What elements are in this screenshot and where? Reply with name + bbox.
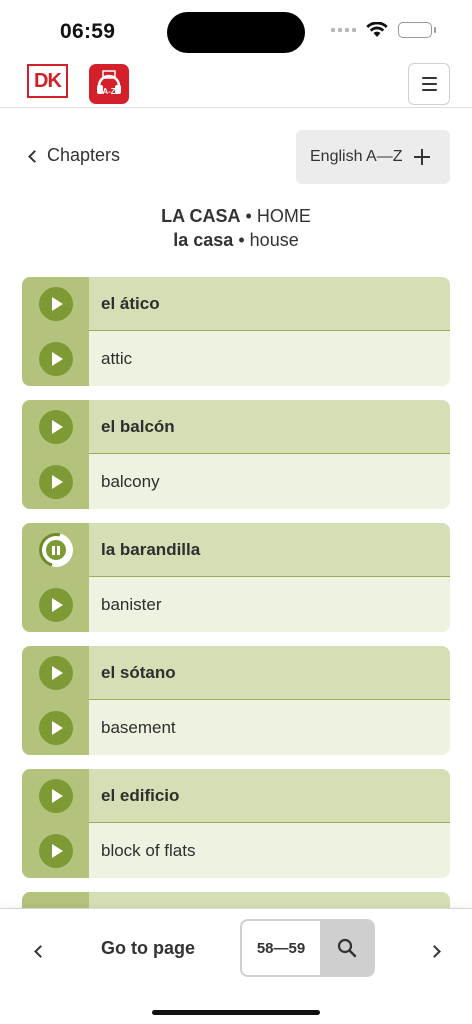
- play-spanish-button[interactable]: [38, 287, 73, 322]
- dk-logo[interactable]: DK: [27, 64, 68, 98]
- app-a-z-logo-icon[interactable]: A-Z: [89, 64, 129, 104]
- vocabulary-entry: el sótano basement: [22, 646, 450, 755]
- battery-icon: [398, 22, 436, 38]
- play-icon: [51, 789, 63, 804]
- hamburger-icon: [421, 77, 437, 79]
- spanish-word: el ático: [89, 277, 450, 331]
- status-icons: [331, 22, 436, 38]
- play-icon: [51, 420, 63, 435]
- english-word: balcony: [89, 454, 450, 509]
- play-spanish-button[interactable]: [38, 779, 73, 814]
- chapters-label: Chapters: [47, 145, 121, 165]
- english-word: basement: [89, 700, 450, 755]
- vocabulary-entry: el balcón balcony: [22, 400, 450, 509]
- english-word: block of flats: [89, 823, 450, 878]
- spanish-word: la barandilla: [89, 523, 450, 577]
- dynamic-island: [167, 12, 305, 53]
- play-icon: [51, 474, 63, 489]
- page-navigation-bar: Go to page: [0, 908, 472, 1024]
- english-a-z-button[interactable]: English A—Z: [296, 130, 450, 184]
- play-icon: [51, 597, 63, 612]
- page-number-input[interactable]: [242, 921, 320, 975]
- chapters-back-link[interactable]: Chapters: [28, 145, 121, 166]
- page-search-field: [240, 919, 375, 977]
- plus-icon: [414, 149, 430, 165]
- svg-text:A-Z: A-Z: [102, 87, 115, 96]
- spanish-word: el sótano: [89, 646, 450, 700]
- wifi-icon: [366, 22, 388, 37]
- play-english-button[interactable]: [38, 833, 73, 868]
- vocabulary-entry: el ático attic: [22, 277, 450, 386]
- pause-icon: [45, 540, 66, 561]
- section-titles: LA CASA • HOME la casa • house: [0, 204, 472, 252]
- search-icon: [337, 938, 356, 958]
- play-english-button[interactable]: [38, 710, 73, 745]
- play-icon: [51, 351, 63, 366]
- previous-page-button[interactable]: [28, 939, 52, 963]
- play-spanish-button[interactable]: [38, 410, 73, 445]
- status-bar: 06:59: [0, 0, 472, 60]
- chevron-left-icon: [33, 944, 47, 958]
- chevron-right-icon: [427, 944, 441, 958]
- play-english-button[interactable]: [38, 341, 73, 376]
- spanish-word: el balcón: [89, 400, 450, 454]
- status-time: 06:59: [60, 20, 116, 43]
- english-word: attic: [89, 331, 450, 386]
- vocabulary-entry: la barandilla banister: [22, 523, 450, 632]
- headphones-icon: A-Z: [97, 70, 121, 96]
- next-page-button[interactable]: [422, 939, 446, 963]
- go-to-page-label: Go to page: [101, 938, 195, 958]
- section-title: LA CASA • HOME: [161, 206, 311, 226]
- section-subtitle: la casa • house: [173, 230, 299, 250]
- english-word: banister: [89, 577, 450, 632]
- menu-button[interactable]: [408, 63, 450, 105]
- pause-spanish-button[interactable]: [32, 527, 79, 574]
- search-button[interactable]: [320, 921, 373, 975]
- spanish-word: el edificio: [89, 769, 450, 823]
- play-icon: [51, 720, 63, 735]
- play-spanish-button[interactable]: [38, 656, 73, 691]
- home-indicator: [152, 1010, 320, 1015]
- app-header: DK A-Z: [0, 60, 472, 108]
- play-english-button[interactable]: [38, 587, 73, 622]
- play-english-button[interactable]: [38, 464, 73, 499]
- sort-label: English A—Z: [310, 148, 403, 165]
- play-icon: [51, 843, 63, 858]
- play-icon: [51, 297, 63, 312]
- cellular-signal-icon: [331, 28, 356, 32]
- chevron-left-icon: [28, 149, 41, 163]
- play-icon: [51, 666, 63, 681]
- vocabulary-list: el ático attic el balcón balcony la bara…: [22, 277, 450, 922]
- vocabulary-entry: el edificio block of flats: [22, 769, 450, 878]
